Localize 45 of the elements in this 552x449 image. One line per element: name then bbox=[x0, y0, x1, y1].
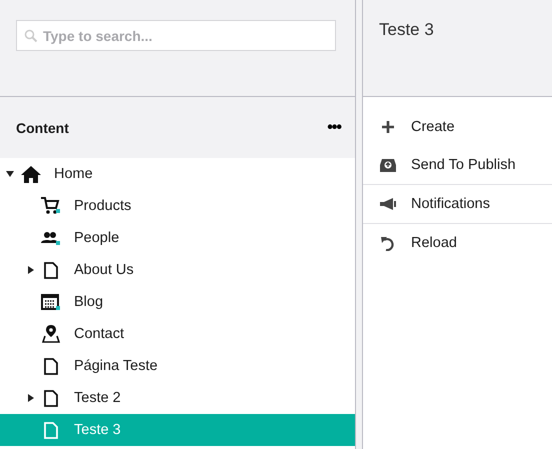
menu-item[interactable]: Reload bbox=[363, 224, 552, 262]
menu-item-label: Notifications bbox=[411, 196, 490, 212]
menu-item[interactable]: Notifications bbox=[363, 185, 552, 224]
tree-item[interactable]: Teste 2 bbox=[0, 382, 355, 414]
menu-item[interactable]: Send To Publish bbox=[363, 146, 552, 185]
tree-item-label: Products bbox=[74, 198, 132, 214]
page-icon bbox=[44, 390, 58, 406]
tree-item-label: People bbox=[74, 230, 120, 246]
tree-item-label: Home bbox=[54, 166, 93, 182]
section-title: Content bbox=[16, 120, 69, 136]
tree-item[interactable]: About Us bbox=[0, 254, 355, 286]
megaphone-icon bbox=[380, 198, 396, 210]
tree-item[interactable]: People bbox=[0, 222, 355, 254]
plus-icon bbox=[382, 121, 394, 133]
reload-icon bbox=[381, 236, 395, 250]
tree-item[interactable]: Página Teste bbox=[0, 350, 355, 382]
tree-item-label: Página Teste bbox=[74, 358, 158, 374]
tree-item-label: Contact bbox=[74, 326, 124, 342]
menu-item-label: Reload bbox=[411, 235, 457, 251]
page-icon bbox=[44, 262, 58, 278]
tree-item[interactable]: Products bbox=[0, 190, 355, 222]
calendar-icon bbox=[41, 293, 61, 311]
tree-item[interactable]: Contact bbox=[0, 318, 355, 350]
home-icon bbox=[21, 166, 41, 182]
tree-item[interactable]: Home bbox=[0, 158, 355, 190]
tree-item-label: Blog bbox=[74, 294, 104, 310]
page-title: Teste 3 bbox=[379, 20, 434, 39]
menu-item[interactable]: Create bbox=[363, 108, 552, 146]
tree-item-label: Teste 3 bbox=[74, 422, 121, 438]
map-pin-icon bbox=[42, 325, 60, 343]
menu-item-label: Send To Publish bbox=[411, 157, 516, 173]
menu-item-label: Create bbox=[411, 119, 455, 135]
caret-icon[interactable] bbox=[28, 394, 34, 402]
page-icon bbox=[44, 358, 58, 374]
page-icon bbox=[44, 422, 58, 438]
tree-item[interactable]: Blog bbox=[0, 286, 355, 318]
tree-item-label: About Us bbox=[74, 262, 134, 278]
search-field[interactable]: Type to search... bbox=[16, 20, 336, 51]
more-button[interactable]: ••• bbox=[327, 118, 341, 136]
inbox-upload-icon bbox=[380, 158, 396, 172]
cart-icon bbox=[41, 197, 61, 215]
caret-icon[interactable] bbox=[6, 171, 14, 177]
caret-icon[interactable] bbox=[28, 266, 34, 274]
people-icon bbox=[41, 230, 61, 246]
tree-item-label: Teste 2 bbox=[74, 390, 121, 406]
